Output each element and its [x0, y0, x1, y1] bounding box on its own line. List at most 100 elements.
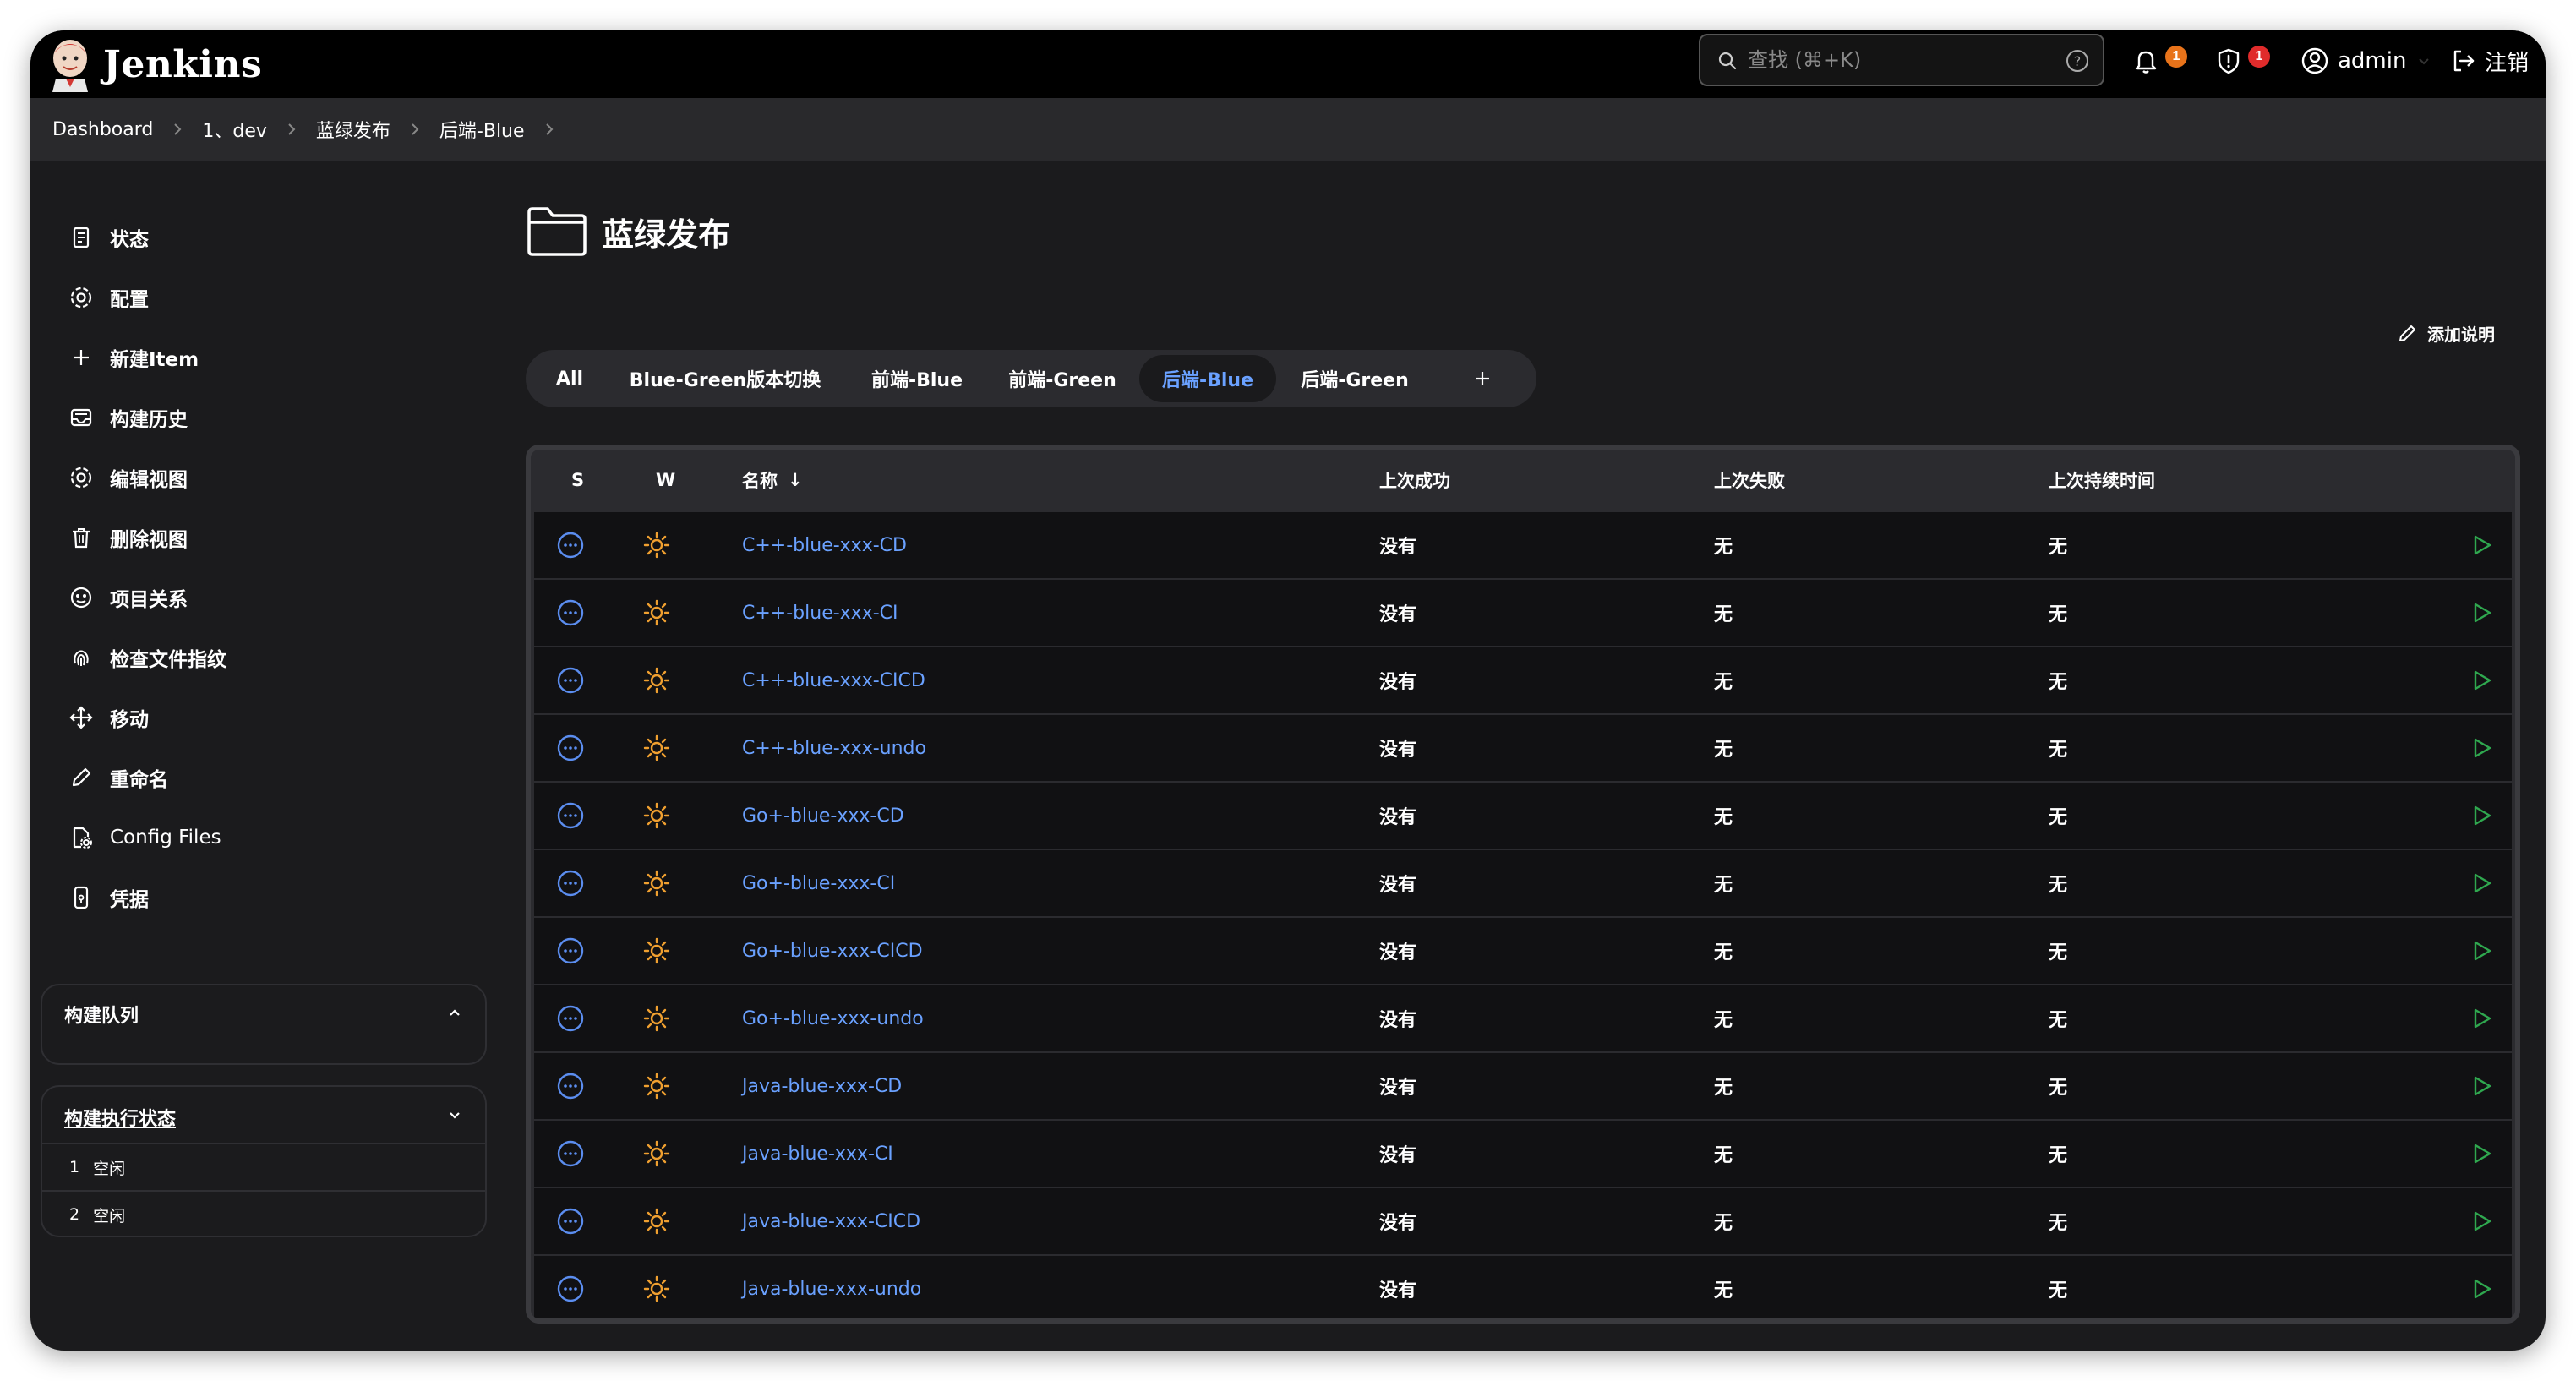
- status-icon[interactable]: [549, 1053, 592, 1119]
- column-header-name[interactable]: 名称 ↓: [742, 450, 803, 510]
- breadcrumb-backend-blue[interactable]: 后端-Blue: [439, 116, 525, 143]
- sidebar-item-rename[interactable]: 重命名: [66, 756, 168, 799]
- job-name-link[interactable]: Java-blue-xxx-CD: [742, 1053, 902, 1119]
- status-icon[interactable]: [549, 850, 592, 916]
- executors-title[interactable]: 构建执行状态: [64, 1104, 176, 1131]
- run-build-play-icon[interactable]: [2464, 850, 2498, 916]
- column-header-weather[interactable]: W: [656, 450, 675, 510]
- run-build-play-icon[interactable]: [2464, 1256, 2498, 1318]
- weather-sunny-icon[interactable]: [636, 647, 678, 713]
- status-icon[interactable]: [549, 512, 592, 578]
- logout-button[interactable]: 注销: [2449, 30, 2529, 91]
- weather-sunny-icon[interactable]: [636, 783, 678, 849]
- add-view-button[interactable]: [1459, 355, 1506, 402]
- status-icon[interactable]: [549, 783, 592, 849]
- run-build-play-icon[interactable]: [2464, 783, 2498, 849]
- tab-frontend-blue[interactable]: 前端-Blue: [860, 355, 974, 402]
- sidebar-item-credentials[interactable]: 凭据: [66, 876, 149, 919]
- sidebar-item-fingerprint[interactable]: 检查文件指纹: [66, 636, 226, 679]
- add-description-button[interactable]: 添加说明: [2397, 316, 2495, 350]
- run-build-play-icon[interactable]: [2464, 647, 2498, 713]
- status-icon[interactable]: [549, 1188, 592, 1254]
- weather-sunny-icon[interactable]: [636, 985, 678, 1051]
- weather-sunny-icon[interactable]: [636, 715, 678, 781]
- run-build-play-icon[interactable]: [2464, 580, 2498, 646]
- search-box[interactable]: ?: [1699, 34, 2104, 86]
- job-name-link[interactable]: Go+-blue-xxx-CD: [742, 783, 904, 849]
- search-input[interactable]: [1748, 42, 2052, 78]
- plus-icon: [66, 342, 96, 373]
- chevron-up-icon[interactable]: [446, 1004, 463, 1021]
- column-header-last-failure[interactable]: 上次失败: [1714, 450, 1785, 510]
- inbox-icon: [66, 402, 96, 433]
- tab-backend-green[interactable]: 后端-Green: [1290, 355, 1420, 402]
- weather-sunny-icon[interactable]: [636, 1053, 678, 1119]
- job-name-link[interactable]: Java-blue-xxx-CI: [742, 1121, 893, 1187]
- run-build-play-icon[interactable]: [2464, 1121, 2498, 1187]
- weather-sunny-icon[interactable]: [636, 850, 678, 916]
- tab-backend-blue[interactable]: 后端-Blue: [1139, 355, 1276, 402]
- run-build-play-icon[interactable]: [2464, 985, 2498, 1051]
- breadcrumb-dashboard[interactable]: Dashboard: [52, 119, 153, 140]
- sidebar-item-config-files[interactable]: Config Files: [66, 816, 221, 859]
- sidebar-item-label: Config Files: [110, 827, 221, 849]
- weather-sunny-icon[interactable]: [636, 1256, 678, 1318]
- status-icon[interactable]: [549, 918, 592, 984]
- job-name-link[interactable]: Go+-blue-xxx-undo: [742, 985, 924, 1051]
- tab-frontend-green[interactable]: 前端-Green: [999, 355, 1126, 402]
- run-build-play-icon[interactable]: [2464, 1053, 2498, 1119]
- last-failure: 无: [1714, 537, 1733, 558]
- status-icon[interactable]: [549, 1121, 592, 1187]
- run-build-play-icon[interactable]: [2464, 512, 2498, 578]
- help-icon[interactable]: ?: [2066, 49, 2089, 73]
- notifications-button[interactable]: 1: [2131, 30, 2191, 91]
- job-name-link[interactable]: Go+-blue-xxx-CICD: [742, 918, 923, 984]
- status-icon[interactable]: [549, 647, 592, 713]
- weather-sunny-icon[interactable]: [636, 1121, 678, 1187]
- tab-all[interactable]: All: [546, 355, 593, 402]
- status-icon[interactable]: [549, 985, 592, 1051]
- user-menu[interactable]: admin: [2300, 30, 2431, 91]
- run-build-play-icon[interactable]: [2464, 715, 2498, 781]
- sidebar-item-status[interactable]: 状态: [66, 216, 149, 259]
- weather-sunny-icon[interactable]: [636, 918, 678, 984]
- status-icon[interactable]: [549, 1256, 592, 1318]
- weather-sunny-icon[interactable]: [636, 580, 678, 646]
- build-queue-title[interactable]: 构建队列: [64, 1001, 139, 1028]
- job-name-link[interactable]: Java-blue-xxx-CICD: [742, 1188, 920, 1254]
- run-build-play-icon[interactable]: [2464, 1188, 2498, 1254]
- breadcrumb-blue-green[interactable]: 蓝绿发布: [316, 116, 390, 143]
- status-icon[interactable]: [549, 580, 592, 646]
- sidebar-item-label: 配置: [110, 289, 149, 311]
- weather-sunny-icon[interactable]: [636, 1188, 678, 1254]
- status-icon[interactable]: [549, 715, 592, 781]
- sidebar-item-move[interactable]: 移动: [66, 696, 149, 739]
- sidebar-item-new-item[interactable]: 新建Item: [66, 336, 199, 379]
- column-header-status[interactable]: S: [571, 450, 584, 510]
- sidebar-item-delete-view[interactable]: 删除视图: [66, 516, 188, 559]
- jenkins-logo[interactable]: Jenkins: [49, 30, 262, 98]
- breadcrumb-dev[interactable]: 1、dev: [202, 116, 267, 143]
- table-row: Java-blue-xxx-CI 没有 无 无: [534, 1121, 2512, 1187]
- sidebar-item-configure[interactable]: 配置: [66, 276, 149, 319]
- column-header-last-duration[interactable]: 上次持续时间: [2049, 450, 2155, 510]
- job-name-link[interactable]: C++-blue-xxx-CICD: [742, 647, 925, 713]
- column-header-last-success[interactable]: 上次成功: [1379, 450, 1450, 510]
- job-name-link[interactable]: Java-blue-xxx-undo: [742, 1256, 921, 1318]
- pencil-icon: [66, 762, 96, 793]
- job-name-link[interactable]: C++-blue-xxx-CD: [742, 512, 907, 578]
- last-duration: 无: [2049, 672, 2068, 693]
- job-name-link[interactable]: C++-blue-xxx-CI: [742, 580, 898, 646]
- weather-sunny-icon[interactable]: [636, 512, 678, 578]
- security-button[interactable]: 1: [2214, 30, 2273, 91]
- run-build-play-icon[interactable]: [2464, 918, 2498, 984]
- chevron-down-icon[interactable]: [446, 1107, 463, 1124]
- sidebar-item-project-relation[interactable]: 项目关系: [66, 576, 188, 619]
- job-name-link[interactable]: C++-blue-xxx-undo: [742, 715, 926, 781]
- job-name-link[interactable]: Go+-blue-xxx-CI: [742, 850, 895, 916]
- sidebar-item-build-history[interactable]: 构建历史: [66, 396, 188, 439]
- chevron-right-icon[interactable]: [543, 121, 555, 138]
- executor-number: 1: [69, 1158, 80, 1176]
- tab-blue-green-switch[interactable]: Blue-Green版本切换: [615, 355, 835, 402]
- sidebar-item-edit-view[interactable]: 编辑视图: [66, 456, 188, 499]
